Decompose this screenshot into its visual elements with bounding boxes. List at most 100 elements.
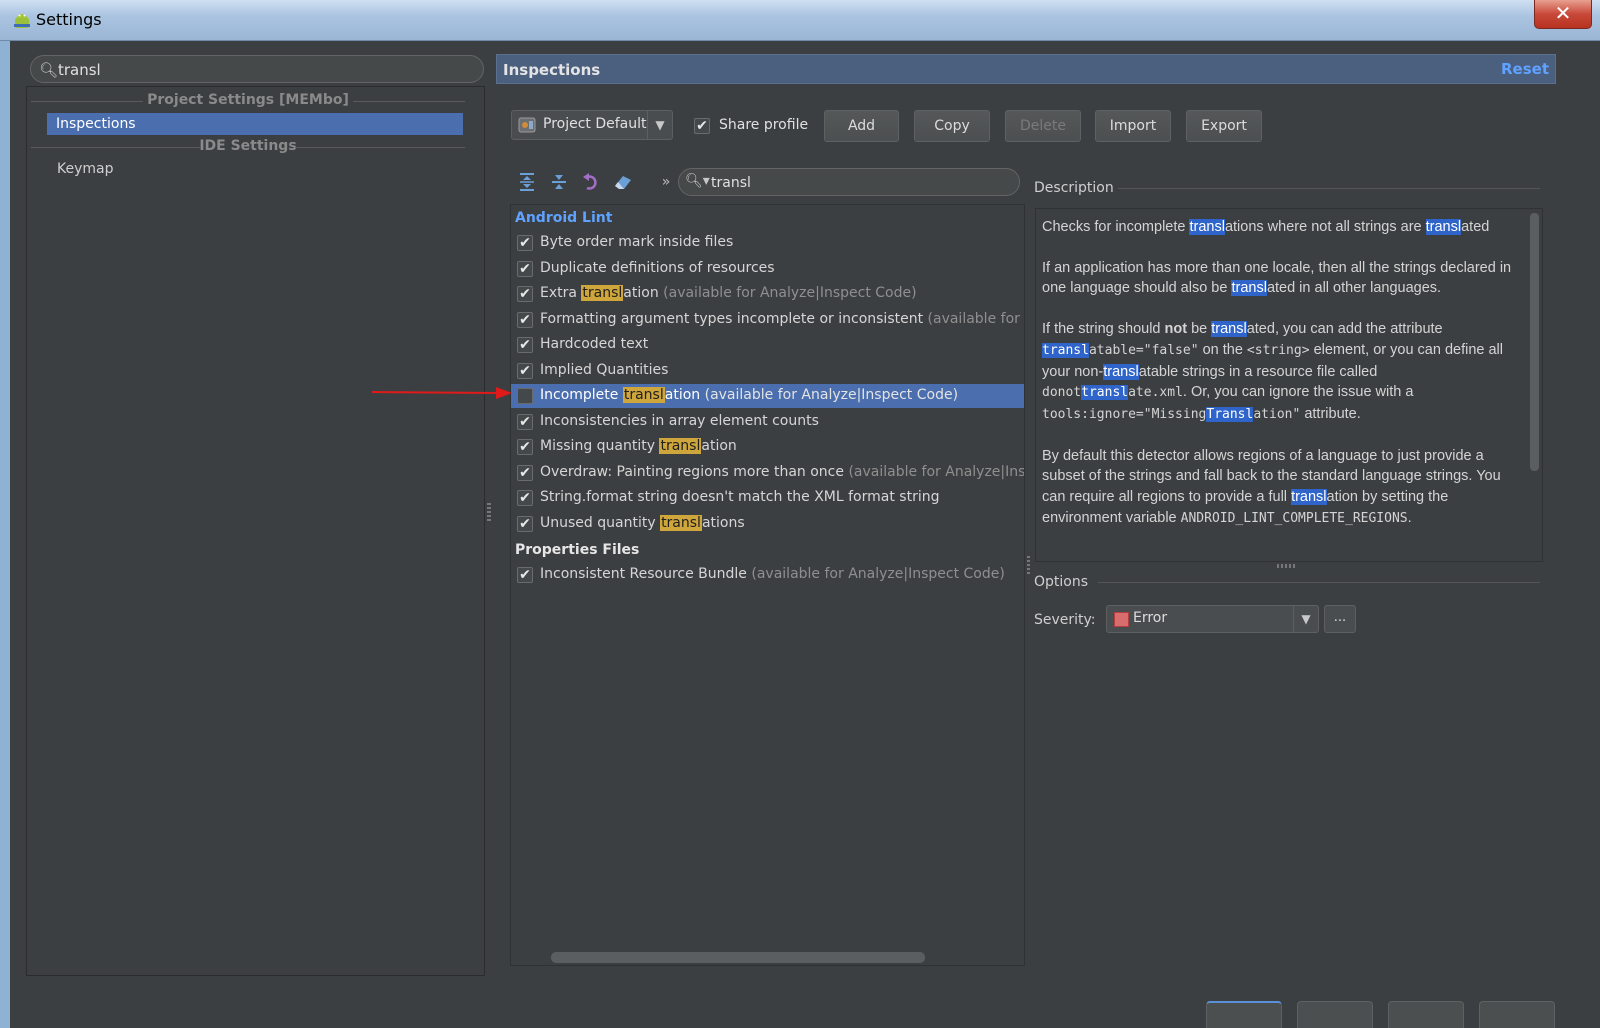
annotation-arrow-icon — [372, 387, 512, 399]
tree-row[interactable]: ✔ Inconsistent Resource Bundle (availabl… — [511, 563, 1024, 587]
label-part: ation — [701, 438, 737, 454]
enable-checkbox[interactable]: ✔ — [517, 312, 533, 328]
enable-checkbox[interactable]: ✔ — [517, 490, 533, 506]
tree-row[interactable]: ✔ Duplicate definitions of resources — [511, 257, 1024, 281]
tree-row[interactable]: ✔ Byte order mark inside files — [511, 231, 1024, 255]
enable-checkbox[interactable]: ✔ — [517, 261, 533, 277]
help-button[interactable] — [1479, 1001, 1555, 1028]
vertical-scrollbar[interactable] — [1530, 213, 1539, 471]
enable-checkbox[interactable]: ✔ — [517, 337, 533, 353]
inspection-label: Overdraw: Painting regions more than onc… — [540, 464, 1024, 480]
search-match-highlight: Transl — [1206, 406, 1254, 422]
add-button[interactable]: Add — [824, 110, 899, 142]
copy-button[interactable]: Copy — [914, 110, 990, 142]
divider — [1118, 188, 1540, 189]
inspection-filter-box[interactable]: 🔍︎▾ — [678, 168, 1020, 196]
enable-checkbox[interactable]: ✔ — [517, 235, 533, 251]
title-bar: Settings ✕ — [0, 0, 1600, 41]
search-match-highlight: transl — [1291, 489, 1327, 506]
export-button[interactable]: Export — [1186, 110, 1262, 142]
inspection-label: Formatting argument types incomplete or … — [540, 311, 1024, 327]
tree-row[interactable]: ✔ Extra translation (available for Analy… — [511, 282, 1024, 306]
search-match-highlight: transl — [1081, 385, 1129, 401]
divider — [295, 147, 465, 148]
tree-item-inspections[interactable]: Inspections — [47, 113, 463, 135]
close-window-button[interactable]: ✕ — [1534, 0, 1592, 29]
text: on the — [1198, 341, 1247, 358]
ok-button[interactable] — [1206, 1001, 1282, 1028]
enable-checkbox[interactable]: ✔ — [517, 414, 533, 430]
divider — [353, 101, 465, 102]
splitter-handle[interactable] — [487, 503, 491, 523]
tree-row[interactable]: ✔ Implied Quantities — [511, 359, 1024, 383]
reset-link[interactable]: Reset — [1501, 60, 1549, 78]
inspections-tree[interactable]: Android Lint ✔ Byte order mark inside fi… — [510, 204, 1025, 966]
availability-note: (available for An — [927, 311, 1024, 327]
window-frame-edge — [0, 40, 10, 1028]
severity-label: Severity: — [1034, 612, 1096, 628]
search-match-highlight: transl — [1425, 219, 1462, 235]
tree-row[interactable]: ✔ Inconsistencies in array element count… — [511, 410, 1024, 434]
edit-severities-button[interactable]: ... — [1324, 605, 1356, 633]
description-paragraph: Checks for incomplete translations where… — [1042, 217, 1520, 238]
enable-checkbox[interactable]: ✔ — [517, 516, 533, 532]
divider — [1098, 582, 1540, 583]
search-match-highlight: transl — [659, 438, 702, 454]
cancel-button[interactable] — [1297, 1001, 1373, 1028]
delete-button[interactable]: Delete — [1005, 110, 1081, 142]
profile-dropdown-value: Project Default — [543, 116, 647, 132]
enable-checkbox[interactable]: ✔ — [517, 363, 533, 379]
severity-dropdown-value: Error — [1133, 610, 1168, 626]
enable-checkbox[interactable]: ✔ — [517, 465, 533, 481]
more-actions-icon[interactable]: » — [656, 172, 676, 192]
settings-search-box[interactable]: 🔍︎ — [30, 55, 484, 83]
enable-checkbox[interactable]: ✔ — [517, 567, 533, 583]
search-match-highlight: transl — [660, 515, 702, 531]
reset-to-default-icon[interactable] — [581, 172, 601, 192]
enable-checkbox[interactable] — [517, 388, 533, 404]
category-android-lint[interactable]: Android Lint — [515, 210, 612, 226]
enable-checkbox[interactable]: ✔ — [517, 286, 533, 302]
tree-row-selected[interactable]: Incomplete translation (available for An… — [511, 384, 1024, 408]
tree-row[interactable]: ✔ Formatting argument types incomplete o… — [511, 308, 1024, 332]
resize-handle[interactable] — [1277, 564, 1297, 568]
tree-row[interactable]: ✔ Hardcoded text — [511, 333, 1024, 357]
tree-row[interactable]: ✔ Missing quantity translation — [511, 435, 1024, 459]
profile-dropdown[interactable]: Project Default ▼ — [511, 110, 673, 140]
tree-item-keymap[interactable]: Keymap — [57, 161, 114, 177]
text: . Or, you can ignore the issue with a — [1182, 384, 1414, 401]
label-part: Extra — [540, 285, 582, 301]
expand-all-icon[interactable] — [517, 172, 537, 192]
tree-row[interactable]: ✔ String.format string doesn't match the… — [511, 486, 1024, 510]
window-title: Settings — [36, 10, 102, 29]
category-properties-files[interactable]: Properties Files — [515, 542, 639, 558]
description-paragraph: By default this detector allows regions … — [1042, 446, 1520, 530]
severity-dropdown[interactable]: Error ▼ — [1106, 605, 1319, 633]
tree-row[interactable]: ✔ Unused quantity translations — [511, 512, 1024, 536]
horizontal-scrollbar[interactable] — [551, 952, 925, 963]
share-profile-checkbox[interactable]: ✔ — [694, 118, 710, 134]
code: ation" — [1253, 406, 1301, 422]
code: tools:ignore="Missing — [1042, 406, 1207, 422]
enable-checkbox[interactable]: ✔ — [517, 439, 533, 455]
resize-handle[interactable] — [1027, 556, 1030, 574]
import-button[interactable]: Import — [1095, 110, 1171, 142]
settings-tree[interactable]: Project Settings [MEMbo] Inspections IDE… — [26, 86, 485, 976]
group-header-ide: IDE Settings — [31, 138, 465, 154]
inspection-label: String.format string doesn't match the X… — [540, 489, 940, 505]
settings-search-input[interactable] — [56, 59, 460, 81]
label-part: ations — [701, 515, 745, 531]
group-header-project: Project Settings [MEMbo] — [31, 92, 465, 108]
eraser-icon[interactable] — [613, 172, 633, 192]
text: atable strings in a resource file called — [1138, 363, 1378, 380]
text: If the string should — [1042, 321, 1165, 338]
emphasis: not — [1164, 321, 1188, 338]
label-part: Missing quantity — [540, 438, 660, 454]
inspection-filter-input[interactable] — [709, 172, 1013, 194]
description-paragraph: If an application has more than one loca… — [1042, 258, 1520, 299]
label-part: Inconsistent Resource Bundle — [540, 566, 747, 582]
apply-button[interactable] — [1388, 1001, 1464, 1028]
tree-row[interactable]: ✔ Overdraw: Painting regions more than o… — [511, 461, 1024, 485]
collapse-all-icon[interactable] — [549, 172, 569, 192]
inspection-label: Implied Quantities — [540, 362, 669, 378]
